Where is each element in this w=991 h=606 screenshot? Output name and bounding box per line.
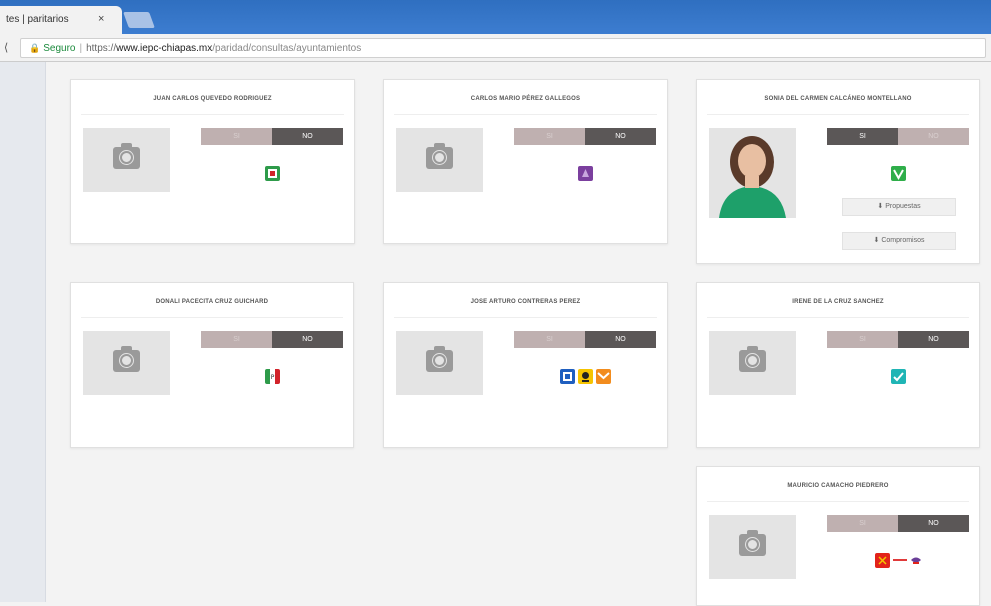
nueva-alianza-logo-icon xyxy=(890,368,906,384)
option-no[interactable]: NO xyxy=(898,331,969,348)
address-bar: ⟨ 🔒 Seguro | https://www.iepc-chiapas.mx/pa… xyxy=(0,34,991,62)
propuestas-button[interactable]: ⬇ Propuestas xyxy=(842,198,956,216)
prd-logo-icon xyxy=(577,368,593,384)
propuestas-label: Propuestas xyxy=(885,203,921,210)
candidate-name: MAURICIO CAMACHO PIEDRERO xyxy=(787,483,889,489)
candidate-card: DONALI PACECITA CRUZ GUICHARD SI NO P xyxy=(70,282,354,448)
candidate-card: JUAN CARLOS QUEVEDO RODRIGUEZ SI NO xyxy=(70,79,355,244)
coalition-line xyxy=(892,559,907,561)
photo-placeholder xyxy=(396,331,483,395)
candidate-name: JUAN CARLOS QUEVEDO RODRIGUEZ xyxy=(153,96,272,102)
new-tab-button[interactable] xyxy=(123,12,155,28)
party-logos xyxy=(827,164,969,182)
candidate-card: IRENE DE LA CRUZ SANCHEZ SI NO xyxy=(696,282,980,448)
camera-icon xyxy=(739,530,766,556)
option-si[interactable]: SI xyxy=(201,128,272,145)
candidate-portrait-icon xyxy=(709,128,796,218)
card-divider xyxy=(707,114,969,115)
option-no[interactable]: NO xyxy=(585,128,656,145)
candidate-photo xyxy=(709,128,796,218)
si-no-toggle[interactable]: SI NO xyxy=(201,331,343,348)
browser-tab-bar: tes | paritarios × xyxy=(0,0,991,34)
camera-icon xyxy=(113,143,140,169)
pan-logo-icon xyxy=(559,368,575,384)
url-separator: | xyxy=(79,43,83,54)
card-divider xyxy=(707,317,969,318)
pri-logo-icon: P xyxy=(264,368,280,384)
camera-icon xyxy=(739,346,766,372)
download-icon: ⬇ xyxy=(873,237,880,244)
violet-party-logo-icon xyxy=(577,165,593,181)
party-logos: P xyxy=(201,367,343,385)
page-sidebar xyxy=(0,62,46,602)
photo-placeholder xyxy=(396,128,483,192)
card-divider xyxy=(81,317,343,318)
option-si[interactable]: SI xyxy=(514,331,585,348)
card-divider xyxy=(394,317,657,318)
green-party-logo-icon xyxy=(890,165,906,181)
option-no[interactable]: NO xyxy=(898,128,969,145)
option-si[interactable]: SI xyxy=(514,128,585,145)
option-no[interactable]: NO xyxy=(898,515,969,532)
tab-close-icon[interactable]: × xyxy=(98,13,104,25)
si-no-toggle[interactable]: SI NO xyxy=(827,128,969,145)
candidate-name: CARLOS MARIO PÉREZ GALLEGOS xyxy=(470,96,581,102)
svg-text:P: P xyxy=(270,374,274,381)
url-host: www.iepc-chiapas.mx xyxy=(116,43,213,54)
pes-logo-icon xyxy=(909,554,922,566)
option-si[interactable]: SI xyxy=(827,128,898,145)
camera-icon xyxy=(426,143,453,169)
party-logos xyxy=(514,367,656,385)
tab-title: tes | paritarios xyxy=(6,14,69,25)
compromisos-label: Compromisos xyxy=(881,237,925,244)
candidate-name: IRENE DE LA CRUZ SANCHEZ xyxy=(792,299,884,305)
camera-icon xyxy=(426,346,453,372)
option-si[interactable]: SI xyxy=(201,331,272,348)
party-logos xyxy=(201,164,343,182)
photo-placeholder xyxy=(709,515,796,579)
secure-label: Seguro xyxy=(43,43,76,54)
si-no-toggle[interactable]: SI NO xyxy=(514,128,656,145)
party-logos xyxy=(827,551,969,569)
si-no-toggle[interactable]: SI NO xyxy=(201,128,343,145)
mc-logo-icon xyxy=(595,368,611,384)
back-icon[interactable]: ⟨ xyxy=(4,41,8,54)
party-logos xyxy=(514,164,656,182)
si-no-toggle[interactable]: SI NO xyxy=(827,515,969,532)
option-si[interactable]: SI xyxy=(827,515,898,532)
lock-icon: 🔒 xyxy=(29,43,41,53)
url-scheme: https:// xyxy=(86,43,117,54)
candidate-card: SONIA DEL CARMEN CALCÁNEO MONTELLANO SI … xyxy=(696,79,980,264)
candidate-card: MAURICIO CAMACHO PIEDRERO SI NO xyxy=(696,466,980,606)
party-logos xyxy=(827,367,969,385)
url-input[interactable]: 🔒 Seguro | https://www.iepc-chiapas.mx/pari… xyxy=(20,38,986,58)
camera-icon xyxy=(113,346,140,372)
pvem-logo-icon xyxy=(264,165,280,181)
option-no[interactable]: NO xyxy=(272,331,343,348)
card-divider xyxy=(394,114,657,115)
candidate-card: CARLOS MARIO PÉREZ GALLEGOS SI NO xyxy=(383,79,668,244)
candidate-card: JOSE ARTURO CONTRERAS PEREZ SI NO xyxy=(383,282,668,448)
candidate-name: DONALI PACECITA CRUZ GUICHARD xyxy=(155,299,269,305)
si-no-toggle[interactable]: SI NO xyxy=(827,331,969,348)
pt-logo-icon xyxy=(874,552,890,568)
compromisos-button[interactable]: ⬇ Compromisos xyxy=(842,232,956,250)
photo-placeholder xyxy=(83,128,170,192)
option-si[interactable]: SI xyxy=(827,331,898,348)
candidate-name: SONIA DEL CARMEN CALCÁNEO MONTELLANO xyxy=(764,96,912,102)
candidate-name: JOSE ARTURO CONTRERAS PEREZ xyxy=(470,299,581,305)
photo-placeholder xyxy=(709,331,796,395)
download-icon: ⬇ xyxy=(877,203,884,210)
si-no-toggle[interactable]: SI NO xyxy=(514,331,656,348)
option-no[interactable]: NO xyxy=(272,128,343,145)
photo-placeholder xyxy=(83,331,170,395)
browser-tab[interactable]: tes | paritarios × xyxy=(0,6,122,34)
option-no[interactable]: NO xyxy=(585,331,656,348)
url-path: /paridad/consultas/ayuntamientos xyxy=(212,43,362,54)
card-divider xyxy=(707,501,969,502)
card-divider xyxy=(81,114,344,115)
